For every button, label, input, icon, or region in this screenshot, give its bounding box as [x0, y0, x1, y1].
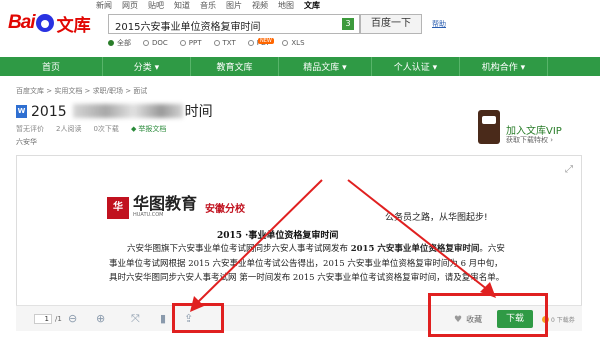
annotation-arrow-left [197, 179, 323, 303]
download-highlight-box [428, 293, 548, 337]
annotation-arrow-right [347, 179, 489, 291]
share-highlight-box [172, 303, 224, 333]
